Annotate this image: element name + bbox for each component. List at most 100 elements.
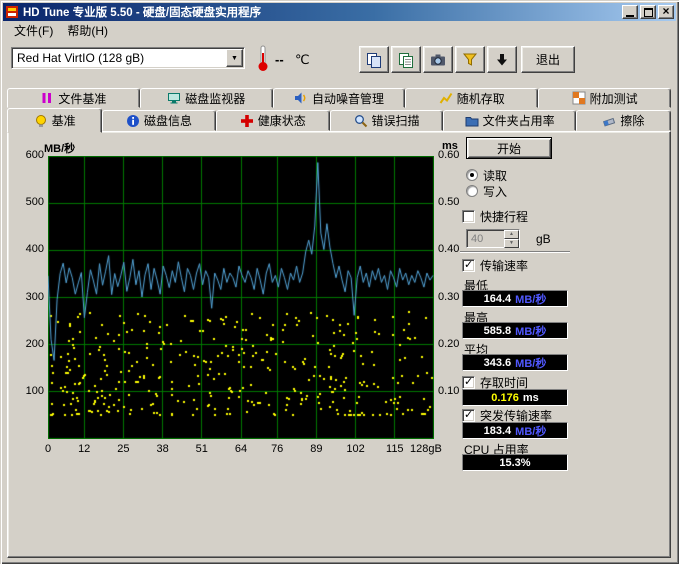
folder-icon bbox=[465, 114, 479, 128]
tab-health[interactable]: 健康状态 bbox=[216, 110, 330, 131]
short-stroke-checkbox-row[interactable]: 快捷行程 bbox=[462, 209, 528, 223]
temperature-unit: ℃ bbox=[295, 52, 310, 68]
tab-row-lower: 基准 磁盘信息 健康状态 错误扫描 文件夹占用率 bbox=[7, 108, 671, 131]
max-value-box: 585.8 MB/秒 bbox=[462, 322, 568, 339]
short-stroke-capacity-spinner[interactable]: 40 ▲ ▼ bbox=[466, 229, 520, 248]
tab-random-access[interactable]: 随机存取 bbox=[405, 88, 538, 108]
y-axis-left-title: MB/秒 bbox=[44, 140, 75, 156]
maximize-button[interactable] bbox=[640, 5, 656, 19]
hdtune-window: HD Tune 专业版 5.50 - 硬盘/固态硬盘实用程序 × 文件(F) 帮… bbox=[0, 0, 679, 564]
close-button[interactable]: × bbox=[658, 5, 674, 19]
tab-erase[interactable]: 擦除 bbox=[576, 110, 671, 131]
temperature-value: -- bbox=[275, 52, 284, 67]
down-arrow-icon bbox=[494, 52, 510, 68]
transfer-rate-checkbox[interactable] bbox=[462, 259, 475, 272]
tab-label: 文件夹占用率 bbox=[483, 112, 555, 129]
short-stroke-label: 快捷行程 bbox=[480, 208, 528, 225]
tab-row-upper: 文件基准 磁盘监视器 自动噪音管理 随机存取 bbox=[7, 86, 671, 108]
max-value: 585.8 bbox=[484, 325, 512, 337]
health-cross-icon bbox=[240, 114, 254, 128]
tab-label: 错误扫描 bbox=[372, 112, 420, 129]
axis-tick-label: 89 bbox=[301, 443, 331, 455]
tab-label: 磁盘信息 bbox=[144, 112, 192, 129]
burst-rate-checkbox[interactable] bbox=[462, 409, 475, 422]
spin-down-icon[interactable]: ▼ bbox=[504, 239, 519, 248]
access-time-checkbox[interactable] bbox=[462, 376, 475, 389]
tab-label: 附加测试 bbox=[590, 90, 638, 107]
eraser-icon bbox=[602, 114, 616, 128]
short-stroke-checkbox[interactable] bbox=[462, 210, 475, 223]
burst-rate-checkbox-row[interactable]: 突发传输速率 bbox=[462, 408, 552, 422]
save-button[interactable] bbox=[487, 46, 517, 73]
titlebar[interactable]: HD Tune 专业版 5.50 - 硬盘/固态硬盘实用程序 × bbox=[3, 3, 676, 21]
tab-folder-usage[interactable]: 文件夹占用率 bbox=[443, 110, 575, 131]
tab-disk-monitor[interactable]: 磁盘监视器 bbox=[140, 88, 273, 108]
disk-monitor-icon bbox=[167, 91, 181, 105]
copy-text-icon bbox=[398, 52, 414, 68]
short-stroke-unit-label: gB bbox=[536, 232, 551, 246]
drive-select[interactable]: Red Hat VirtIO (128 gB) ▼ bbox=[11, 47, 245, 69]
axis-tick-label: 100 bbox=[14, 385, 44, 397]
close-icon: × bbox=[662, 5, 669, 17]
menu-help[interactable]: 帮助(H) bbox=[60, 20, 115, 41]
axis-tick-label: 0 bbox=[33, 443, 63, 455]
transfer-rate-checkbox-row[interactable]: 传输速率 bbox=[462, 258, 528, 272]
write-radio-row[interactable]: 写入 bbox=[466, 184, 507, 198]
axis-tick-label: 600 bbox=[14, 149, 44, 161]
min-unit: MB/秒 bbox=[515, 291, 546, 307]
axis-tick-label: 115 bbox=[380, 443, 410, 455]
spin-up-icon[interactable]: ▲ bbox=[504, 230, 519, 239]
tab-label: 文件基准 bbox=[58, 90, 106, 107]
tab-label: 擦除 bbox=[620, 112, 644, 129]
magnifier-icon bbox=[354, 114, 368, 128]
menu-file[interactable]: 文件(F) bbox=[7, 20, 60, 41]
tab-benchmark[interactable]: 基准 bbox=[7, 108, 102, 133]
tab-extra-tests[interactable]: 附加测试 bbox=[538, 88, 671, 108]
copy-text-button[interactable] bbox=[391, 46, 421, 73]
avg-value-box: 343.6 MB/秒 bbox=[462, 354, 568, 371]
tab-acoustic-management[interactable]: 自动噪音管理 bbox=[273, 88, 406, 108]
tab-file-benchmark[interactable]: 文件基准 bbox=[7, 88, 140, 108]
access-time-checkbox-row[interactable]: 存取时间 bbox=[462, 375, 528, 389]
checkered-flag-icon bbox=[572, 91, 586, 105]
tab-label: 健康状态 bbox=[258, 112, 306, 129]
tab-error-scan[interactable]: 错误扫描 bbox=[330, 110, 444, 131]
screenshot-button[interactable] bbox=[423, 46, 453, 73]
cpu-usage-value-box: 15.3% bbox=[462, 454, 568, 471]
axis-tick-label: 500 bbox=[14, 196, 44, 208]
thermometer-icon bbox=[255, 45, 271, 72]
avg-unit: MB/秒 bbox=[515, 355, 546, 371]
menu-bar: 文件(F) 帮助(H) bbox=[3, 21, 676, 40]
write-label: 写入 bbox=[483, 183, 507, 200]
axis-tick-label: 300 bbox=[14, 291, 44, 303]
burst-rate-value-box: 183.4 MB/秒 bbox=[462, 422, 568, 439]
read-radio[interactable] bbox=[466, 169, 478, 181]
access-time-label: 存取时间 bbox=[480, 374, 528, 391]
drive-select-value: Red Hat VirtIO (128 gB) bbox=[12, 51, 226, 65]
tab-label: 自动噪音管理 bbox=[312, 90, 384, 107]
window-title: HD Tune 专业版 5.50 - 硬盘/固态硬盘实用程序 bbox=[23, 4, 618, 20]
benchmark-panel: MB/秒 ms 6005004003002001000.600.500.400.… bbox=[7, 131, 671, 558]
minimize-button[interactable] bbox=[622, 5, 638, 19]
read-label: 读取 bbox=[483, 167, 507, 184]
avg-value: 343.6 bbox=[484, 357, 512, 369]
start-button[interactable]: 开始 bbox=[466, 137, 552, 159]
tab-disk-info[interactable]: 磁盘信息 bbox=[102, 110, 216, 131]
axis-tick-label: 25 bbox=[108, 443, 138, 455]
cpu-usage-value: 15.3% bbox=[499, 457, 530, 469]
maximize-icon bbox=[644, 8, 653, 17]
axis-tick-label: 76 bbox=[262, 443, 292, 455]
camera-icon bbox=[430, 52, 446, 68]
speaker-icon bbox=[294, 91, 308, 105]
read-radio-row[interactable]: 读取 bbox=[466, 168, 507, 182]
benchmark-icon bbox=[34, 114, 48, 128]
axis-tick-label: 12 bbox=[69, 443, 99, 455]
write-radio[interactable] bbox=[466, 185, 478, 197]
axis-tick-label: 400 bbox=[14, 243, 44, 255]
filter-icon bbox=[462, 52, 478, 68]
export-button[interactable] bbox=[455, 46, 485, 73]
random-access-icon bbox=[439, 91, 453, 105]
copy-image-button[interactable] bbox=[359, 46, 389, 73]
tab-label: 磁盘监视器 bbox=[185, 90, 245, 107]
exit-button[interactable]: 退出 bbox=[521, 46, 575, 73]
